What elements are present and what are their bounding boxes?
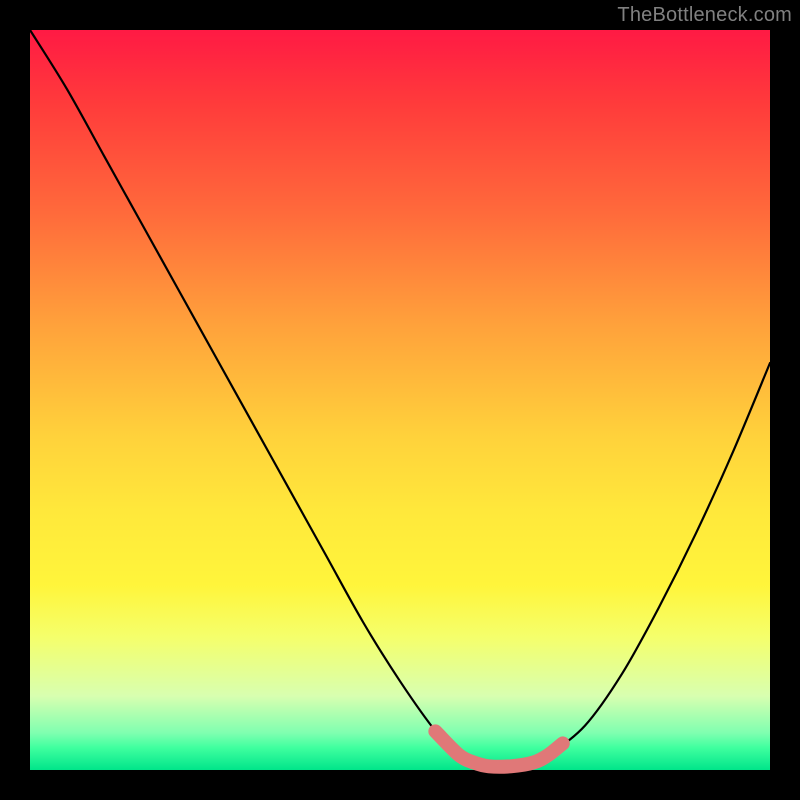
plot-area bbox=[30, 30, 770, 770]
bottleneck-curve bbox=[30, 30, 770, 770]
watermark-text: TheBottleneck.com bbox=[617, 4, 792, 27]
chart-canvas: TheBottleneck.com bbox=[0, 0, 800, 800]
